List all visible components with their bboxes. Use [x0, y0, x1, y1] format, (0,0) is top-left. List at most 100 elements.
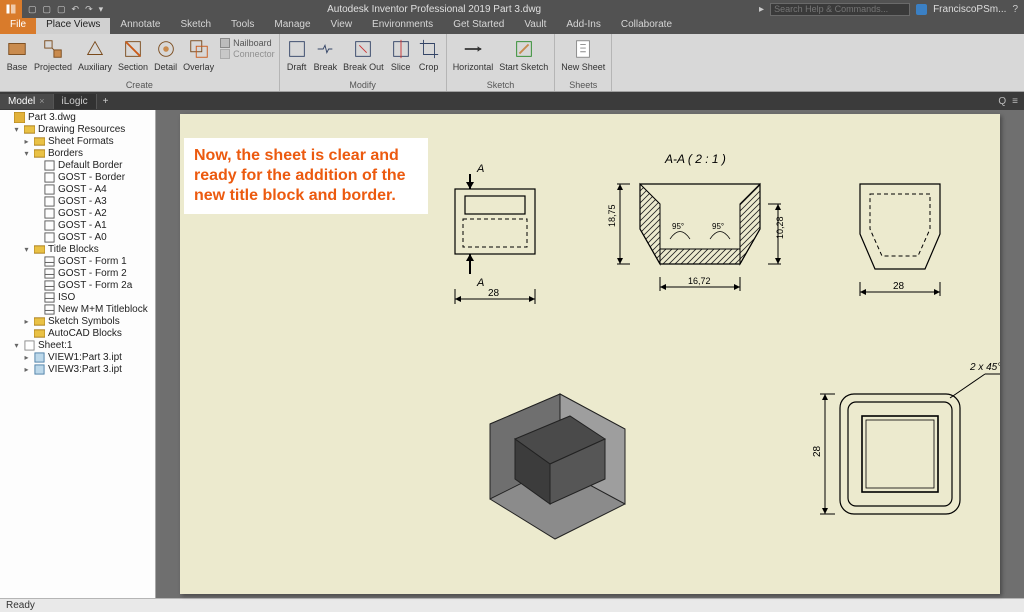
toggle-title-blocks[interactable]: ▾ [22, 245, 31, 254]
tree-item[interactable]: GOST - Form 1 [58, 256, 127, 267]
drawing-canvas[interactable]: Now, the sheet is clear and ready for th… [156, 110, 1024, 598]
tree-item[interactable]: GOST - Form 2 [58, 268, 127, 279]
toggle-view1[interactable]: ▸ [22, 353, 31, 362]
breakout-icon [352, 38, 374, 60]
tab-vault[interactable]: Vault [514, 18, 556, 34]
new-sheet-button[interactable]: New Sheet [559, 36, 607, 80]
tab-place-views[interactable]: Place Views [36, 18, 110, 34]
start-sketch-button[interactable]: Start Sketch [497, 36, 550, 80]
tree-root[interactable]: Part 3.dwg [28, 112, 76, 123]
search-icon[interactable]: ▸ [759, 4, 764, 15]
ribbon-group-sketch: Horizontal Start Sketch Sketch [447, 34, 556, 91]
titleblock-icon [44, 268, 55, 279]
breakout-button[interactable]: Break Out [341, 36, 386, 80]
border-icon [44, 160, 55, 171]
tree-item[interactable]: GOST - A3 [58, 196, 107, 207]
qat-save-icon[interactable]: ▢ [57, 4, 66, 15]
tab-ilogic[interactable]: iLogic [54, 94, 97, 109]
view1-top[interactable]: A A 28 [455, 163, 535, 304]
status-bar: Ready [0, 598, 1024, 612]
tab-addins[interactable]: Add-Ins [556, 18, 610, 34]
tree-sketch-symbols[interactable]: Sketch Symbols [48, 316, 120, 327]
tab-sketch[interactable]: Sketch [170, 18, 221, 34]
section-button[interactable]: Section [116, 36, 150, 80]
panel-menu-icon[interactable]: ≡ [1012, 96, 1018, 107]
toggle-drawing-resources[interactable]: ▾ [12, 125, 21, 134]
titleblock-icon [44, 292, 55, 303]
tree-item[interactable]: GOST - Form 2a [58, 280, 132, 291]
border-icon [44, 172, 55, 183]
view-bottom-right[interactable]: 28 2 x 45° [812, 362, 1000, 514]
tab-get-started[interactable]: Get Started [443, 18, 514, 34]
help-search-input[interactable] [770, 3, 910, 16]
projected-button[interactable]: Projected [32, 36, 74, 80]
tree-item[interactable]: GOST - A0 [58, 232, 107, 243]
horizontal-button[interactable]: Horizontal [451, 36, 496, 80]
tab-collaborate[interactable]: Collaborate [611, 18, 682, 34]
tab-file[interactable]: File [0, 18, 36, 34]
qat-more-icon[interactable]: ▾ [99, 4, 104, 15]
border-icon [44, 196, 55, 207]
qat-undo-icon[interactable]: ↶ [72, 4, 80, 15]
tree-drawing-resources[interactable]: Drawing Resources [38, 124, 125, 135]
qat-open-icon[interactable]: ▢ [43, 4, 52, 15]
qat-redo-icon[interactable]: ↷ [85, 4, 93, 15]
tree-item[interactable]: GOST - A1 [58, 220, 107, 231]
toggle-sketch-symbols[interactable]: ▸ [22, 317, 31, 326]
tree-item[interactable]: ISO [58, 292, 75, 303]
tree-item[interactable]: Default Border [58, 160, 122, 171]
tree-autocad-blocks[interactable]: AutoCAD Blocks [48, 328, 122, 339]
toggle-view3[interactable]: ▸ [22, 365, 31, 374]
tree-item[interactable]: VIEW3:Part 3.ipt [48, 364, 122, 375]
tab-annotate[interactable]: Annotate [110, 18, 170, 34]
panel-search-icon[interactable]: Q [998, 96, 1006, 107]
draft-button[interactable]: Draft [284, 36, 310, 80]
tab-view[interactable]: View [321, 18, 363, 34]
connector-button[interactable]: Connector [220, 49, 275, 59]
app-logo[interactable] [0, 0, 22, 18]
detail-button[interactable]: Detail [152, 36, 179, 80]
tree-item[interactable]: GOST - A2 [58, 208, 107, 219]
help-icon[interactable]: ? [1012, 4, 1018, 15]
tab-environments[interactable]: Environments [362, 18, 443, 34]
tab-manage[interactable]: Manage [264, 18, 320, 34]
tab-model[interactable]: Model× [0, 94, 54, 109]
break-button[interactable]: Break [312, 36, 340, 80]
auxiliary-button[interactable]: Auxiliary [76, 36, 114, 80]
nailboard-button[interactable]: Nailboard [220, 38, 275, 48]
view-section-aa[interactable]: A-A ( 2 : 1 ) 95° 95° 18,75 [607, 152, 785, 291]
qat-new-icon[interactable]: ▢ [28, 4, 37, 15]
titleblock-icon [44, 304, 55, 315]
view-isometric[interactable] [490, 394, 625, 539]
close-icon[interactable]: × [39, 96, 44, 106]
view-icon [34, 364, 45, 375]
tree-item[interactable]: VIEW1:Part 3.ipt [48, 352, 122, 363]
start-sketch-icon [513, 38, 535, 60]
crop-button[interactable]: Crop [416, 36, 442, 80]
tab-tools[interactable]: Tools [221, 18, 264, 34]
dimension-28-view1: 28 [488, 288, 500, 299]
tree-sheet-formats[interactable]: Sheet Formats [48, 136, 114, 147]
tree-title-blocks[interactable]: Title Blocks [48, 244, 99, 255]
tree-borders[interactable]: Borders [48, 148, 83, 159]
user-avatar[interactable] [916, 4, 927, 15]
slice-button[interactable]: Slice [388, 36, 414, 80]
toggle-borders[interactable]: ▾ [22, 149, 31, 158]
model-browser[interactable]: ▸ Part 3.dwg ▾ Drawing Resources ▸ Sheet Fo… [0, 110, 156, 598]
create-side-panel: Nailboard Connector [218, 36, 275, 80]
toggle-sheet1[interactable]: ▾ [12, 341, 21, 350]
view-right[interactable]: 28 [860, 184, 940, 296]
toggle-sheet-formats[interactable]: ▸ [22, 137, 31, 146]
overlay-button[interactable]: Overlay [181, 36, 216, 80]
add-panel-button[interactable]: + [97, 96, 115, 107]
tree-item[interactable]: GOST - Border [58, 172, 125, 183]
drawing-sheet[interactable]: Now, the sheet is clear and ready for th… [180, 114, 1000, 594]
border-icon [44, 220, 55, 231]
inventor-icon [5, 3, 17, 15]
section-title: A-A ( 2 : 1 ) [664, 152, 726, 166]
base-button[interactable]: Base [4, 36, 30, 80]
tree-item[interactable]: New M+M Titleblock [58, 304, 148, 315]
user-name[interactable]: FranciscoPSm... [933, 4, 1006, 15]
tree-item[interactable]: GOST - A4 [58, 184, 107, 195]
tree-sheet1[interactable]: Sheet:1 [38, 340, 72, 351]
